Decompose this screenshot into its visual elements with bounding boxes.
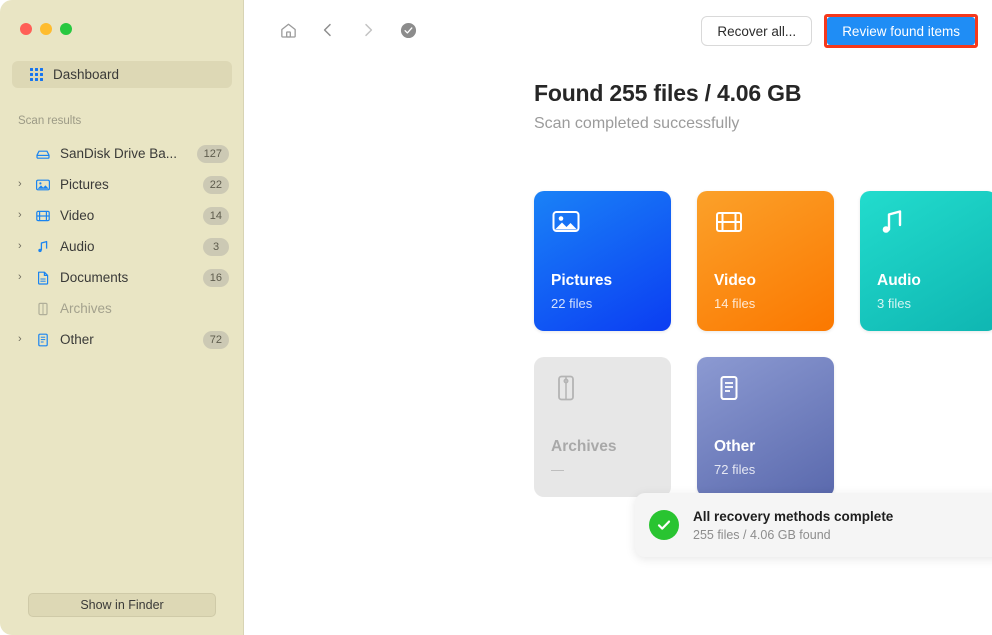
tile-archives[interactable]: Archives — [534, 357, 671, 497]
toast-notification: All recovery methods complete 255 files … [635, 493, 992, 557]
toast-body: All recovery methods complete 255 files … [693, 509, 992, 542]
chevron-left-icon[interactable] [308, 17, 348, 43]
video-icon [34, 208, 52, 224]
review-found-items-button[interactable]: Review found items [827, 17, 975, 45]
chevron-right-icon[interactable]: › [18, 179, 34, 190]
archive-icon [34, 301, 52, 317]
chevron-right-icon[interactable] [348, 17, 388, 43]
toolbar-nav-group [268, 17, 428, 43]
sidebar-item-label: Documents [60, 270, 203, 285]
tile-other[interactable]: Other 72 files [697, 357, 834, 497]
tile-video[interactable]: Video 14 files [697, 191, 834, 331]
chevron-right-icon[interactable]: › [18, 241, 34, 252]
other-icon [34, 332, 52, 348]
sidebar-item-video[interactable]: › Video 14 [0, 200, 243, 231]
tile-count: 22 files [551, 296, 592, 311]
sidebar-item-badge: 72 [203, 331, 229, 349]
sidebar-item-label: Dashboard [53, 67, 119, 82]
sidebar-item-badge: 16 [203, 269, 229, 287]
tile-label: Audio [877, 272, 921, 290]
sidebar-item-label: Audio [60, 239, 203, 254]
tile-label: Video [714, 272, 756, 290]
close-window-button[interactable] [20, 23, 32, 35]
sidebar-item-dashboard[interactable]: Dashboard [12, 61, 232, 88]
tile-audio[interactable]: Audio 3 files [860, 191, 992, 331]
minimize-window-button[interactable] [40, 23, 52, 35]
page-title: Found 255 files / 4.06 GB [534, 80, 801, 107]
sidebar-item-label: Archives [60, 301, 203, 316]
sidebar-item-archives[interactable]: › Archives [0, 293, 243, 324]
sidebar-item-label: Pictures [60, 177, 203, 192]
toolbar: Recover all... Review found items [244, 0, 992, 58]
sidebar-item-audio[interactable]: › Audio 3 [0, 231, 243, 262]
zip-icon [551, 373, 581, 408]
drive-icon [34, 146, 52, 162]
picture-icon [34, 177, 52, 193]
tile-label: Pictures [551, 272, 612, 290]
tile-label: Archives [551, 438, 616, 456]
toast-title: All recovery methods complete [693, 509, 992, 524]
tile-count: 72 files [714, 462, 755, 477]
audio-icon [34, 239, 52, 255]
sidebar: Dashboard Scan results › SanDisk Drive B… [0, 0, 244, 635]
sidebar-item-documents[interactable]: › Documents 16 [0, 262, 243, 293]
sidebar-item-badge: 14 [203, 207, 229, 225]
tile-pictures[interactable]: Pictures 22 files [534, 191, 671, 331]
sidebar-item-label: SanDisk Drive Ba... [60, 146, 197, 161]
app-window: Dashboard Scan results › SanDisk Drive B… [0, 0, 992, 635]
window-traffic-lights [20, 23, 72, 35]
chevron-right-icon[interactable]: › [18, 272, 34, 283]
category-tile-grid: Pictures 22 files Video 14 files [534, 191, 992, 497]
list-doc-icon [714, 373, 744, 408]
sidebar-item-other[interactable]: › Other 72 [0, 324, 243, 355]
toast-subtitle: 255 files / 4.06 GB found [693, 528, 992, 542]
sidebar-section-header: Scan results [18, 115, 81, 127]
chevron-right-icon[interactable]: › [18, 210, 34, 221]
grid-icon [30, 68, 43, 81]
tile-label: Other [714, 438, 755, 456]
sidebar-item-badge: 3 [203, 238, 229, 256]
main-content: Recover all... Review found items Found … [244, 0, 992, 635]
page-heading: Found 255 files / 4.06 GB Scan completed… [534, 80, 801, 133]
zoom-window-button[interactable] [60, 23, 72, 35]
tile-count: 14 files [714, 296, 755, 311]
scan-results-tree: › SanDisk Drive Ba... 127 › [0, 138, 243, 355]
check-circle-filled-icon [649, 510, 679, 540]
review-found-items-highlight: Review found items [824, 14, 978, 48]
chevron-right-icon[interactable]: › [18, 334, 34, 345]
sidebar-item-badge: 22 [203, 176, 229, 194]
recover-all-button[interactable]: Recover all... [701, 16, 812, 46]
sidebar-item-pictures[interactable]: › Pictures 22 [0, 169, 243, 200]
page-subtitle: Scan completed successfully [534, 115, 801, 133]
home-icon[interactable] [268, 17, 308, 43]
sidebar-item-sandisk-drive[interactable]: › SanDisk Drive Ba... 127 [0, 138, 243, 169]
tile-count: 3 files [877, 296, 911, 311]
sidebar-item-badge: 127 [197, 145, 229, 163]
film-icon [714, 207, 744, 242]
document-icon [34, 270, 52, 286]
note-icon [877, 207, 907, 242]
picture-icon [551, 207, 581, 242]
show-in-finder-button[interactable]: Show in Finder [28, 593, 216, 617]
tile-count: — [551, 462, 564, 477]
sidebar-item-label: Other [60, 332, 203, 347]
toolbar-actions: Recover all... Review found items [701, 14, 978, 48]
sidebar-item-label: Video [60, 208, 203, 223]
check-circle-icon[interactable] [388, 17, 428, 43]
